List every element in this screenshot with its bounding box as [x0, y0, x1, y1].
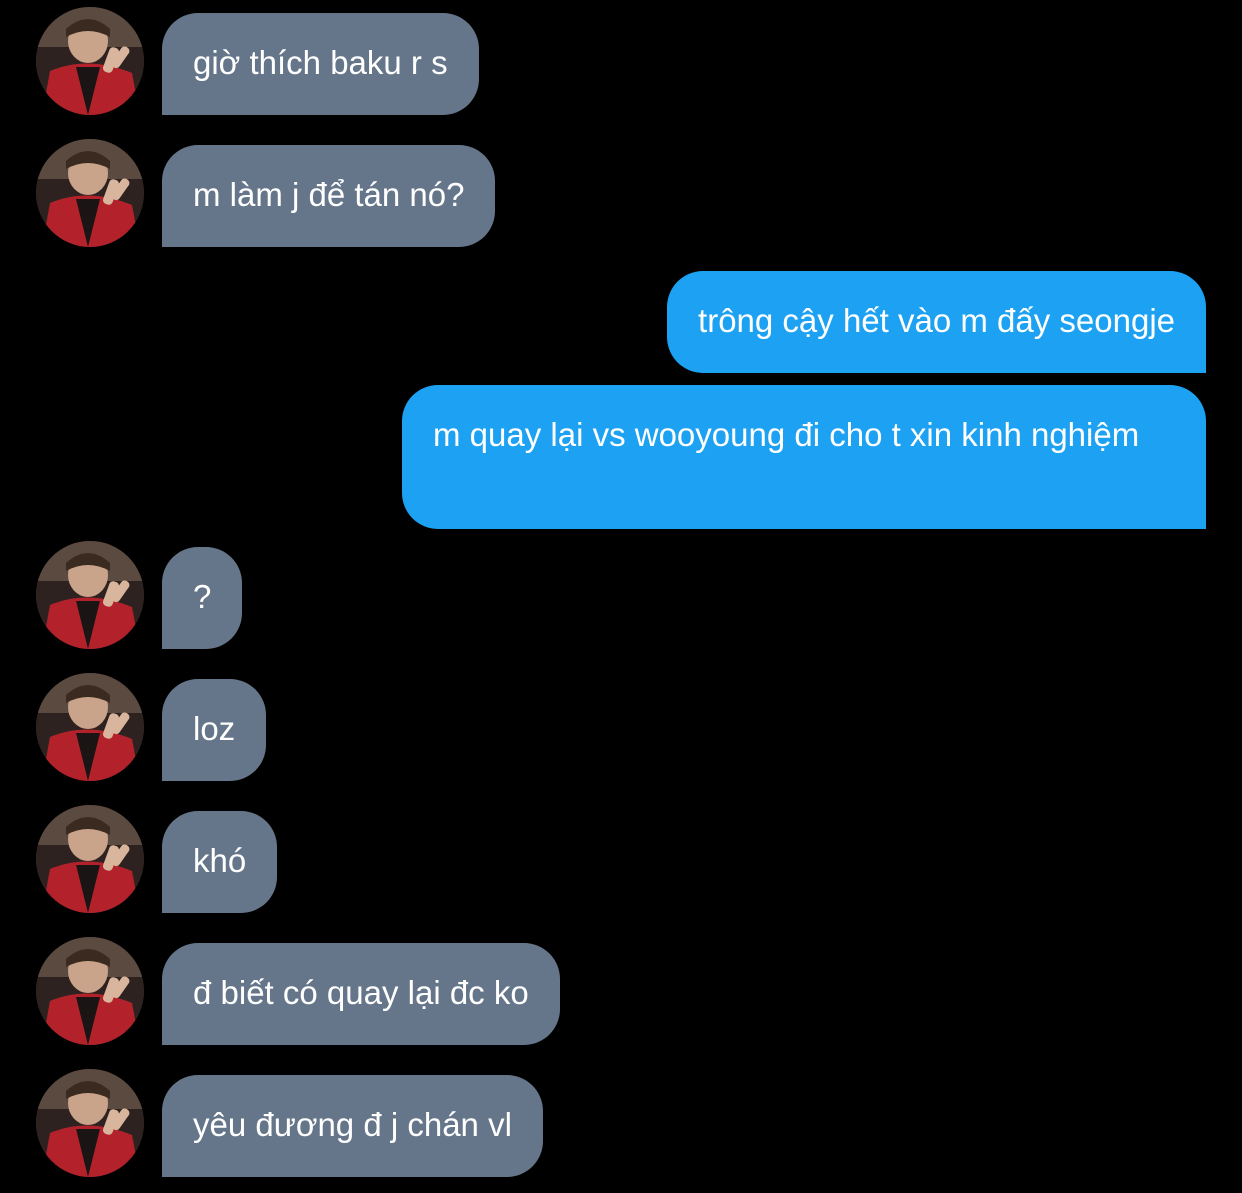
incoming-message-bubble[interactable]: đ biết có quay lại đc ko: [162, 943, 560, 1045]
message-thread: giờ thích baku r s m làm j để tán nó? tr…: [0, 0, 1242, 1193]
avatar-photo: [36, 7, 144, 115]
avatar-photo: [36, 673, 144, 781]
incoming-message-bubble[interactable]: loz: [162, 679, 267, 781]
avatar-photo: [36, 937, 144, 1045]
avatar-photo: [36, 139, 144, 247]
contact-avatar[interactable]: [36, 673, 144, 781]
outgoing-message-bubble[interactable]: trông cậy hết vào m đấy seongje: [667, 271, 1206, 373]
contact-avatar[interactable]: [36, 937, 144, 1045]
avatar-photo: [36, 1069, 144, 1177]
outgoing-message-bubble[interactable]: m quay lại vs wooyoung đi cho t xin kinh…: [402, 385, 1206, 529]
incoming-message-bubble[interactable]: khó: [162, 811, 278, 913]
incoming-message-bubble[interactable]: ?: [162, 547, 243, 649]
contact-avatar[interactable]: [36, 805, 144, 913]
contact-avatar[interactable]: [36, 7, 144, 115]
incoming-message-bubble[interactable]: m làm j để tán nó?: [162, 145, 496, 247]
contact-avatar[interactable]: [36, 139, 144, 247]
incoming-message-bubble[interactable]: giờ thích baku r s: [162, 13, 479, 115]
avatar-photo: [36, 805, 144, 913]
incoming-message-bubble[interactable]: yêu đương đ j chán vl: [162, 1075, 543, 1177]
contact-avatar[interactable]: [36, 541, 144, 649]
avatar-photo: [36, 541, 144, 649]
contact-avatar[interactable]: [36, 1069, 144, 1177]
